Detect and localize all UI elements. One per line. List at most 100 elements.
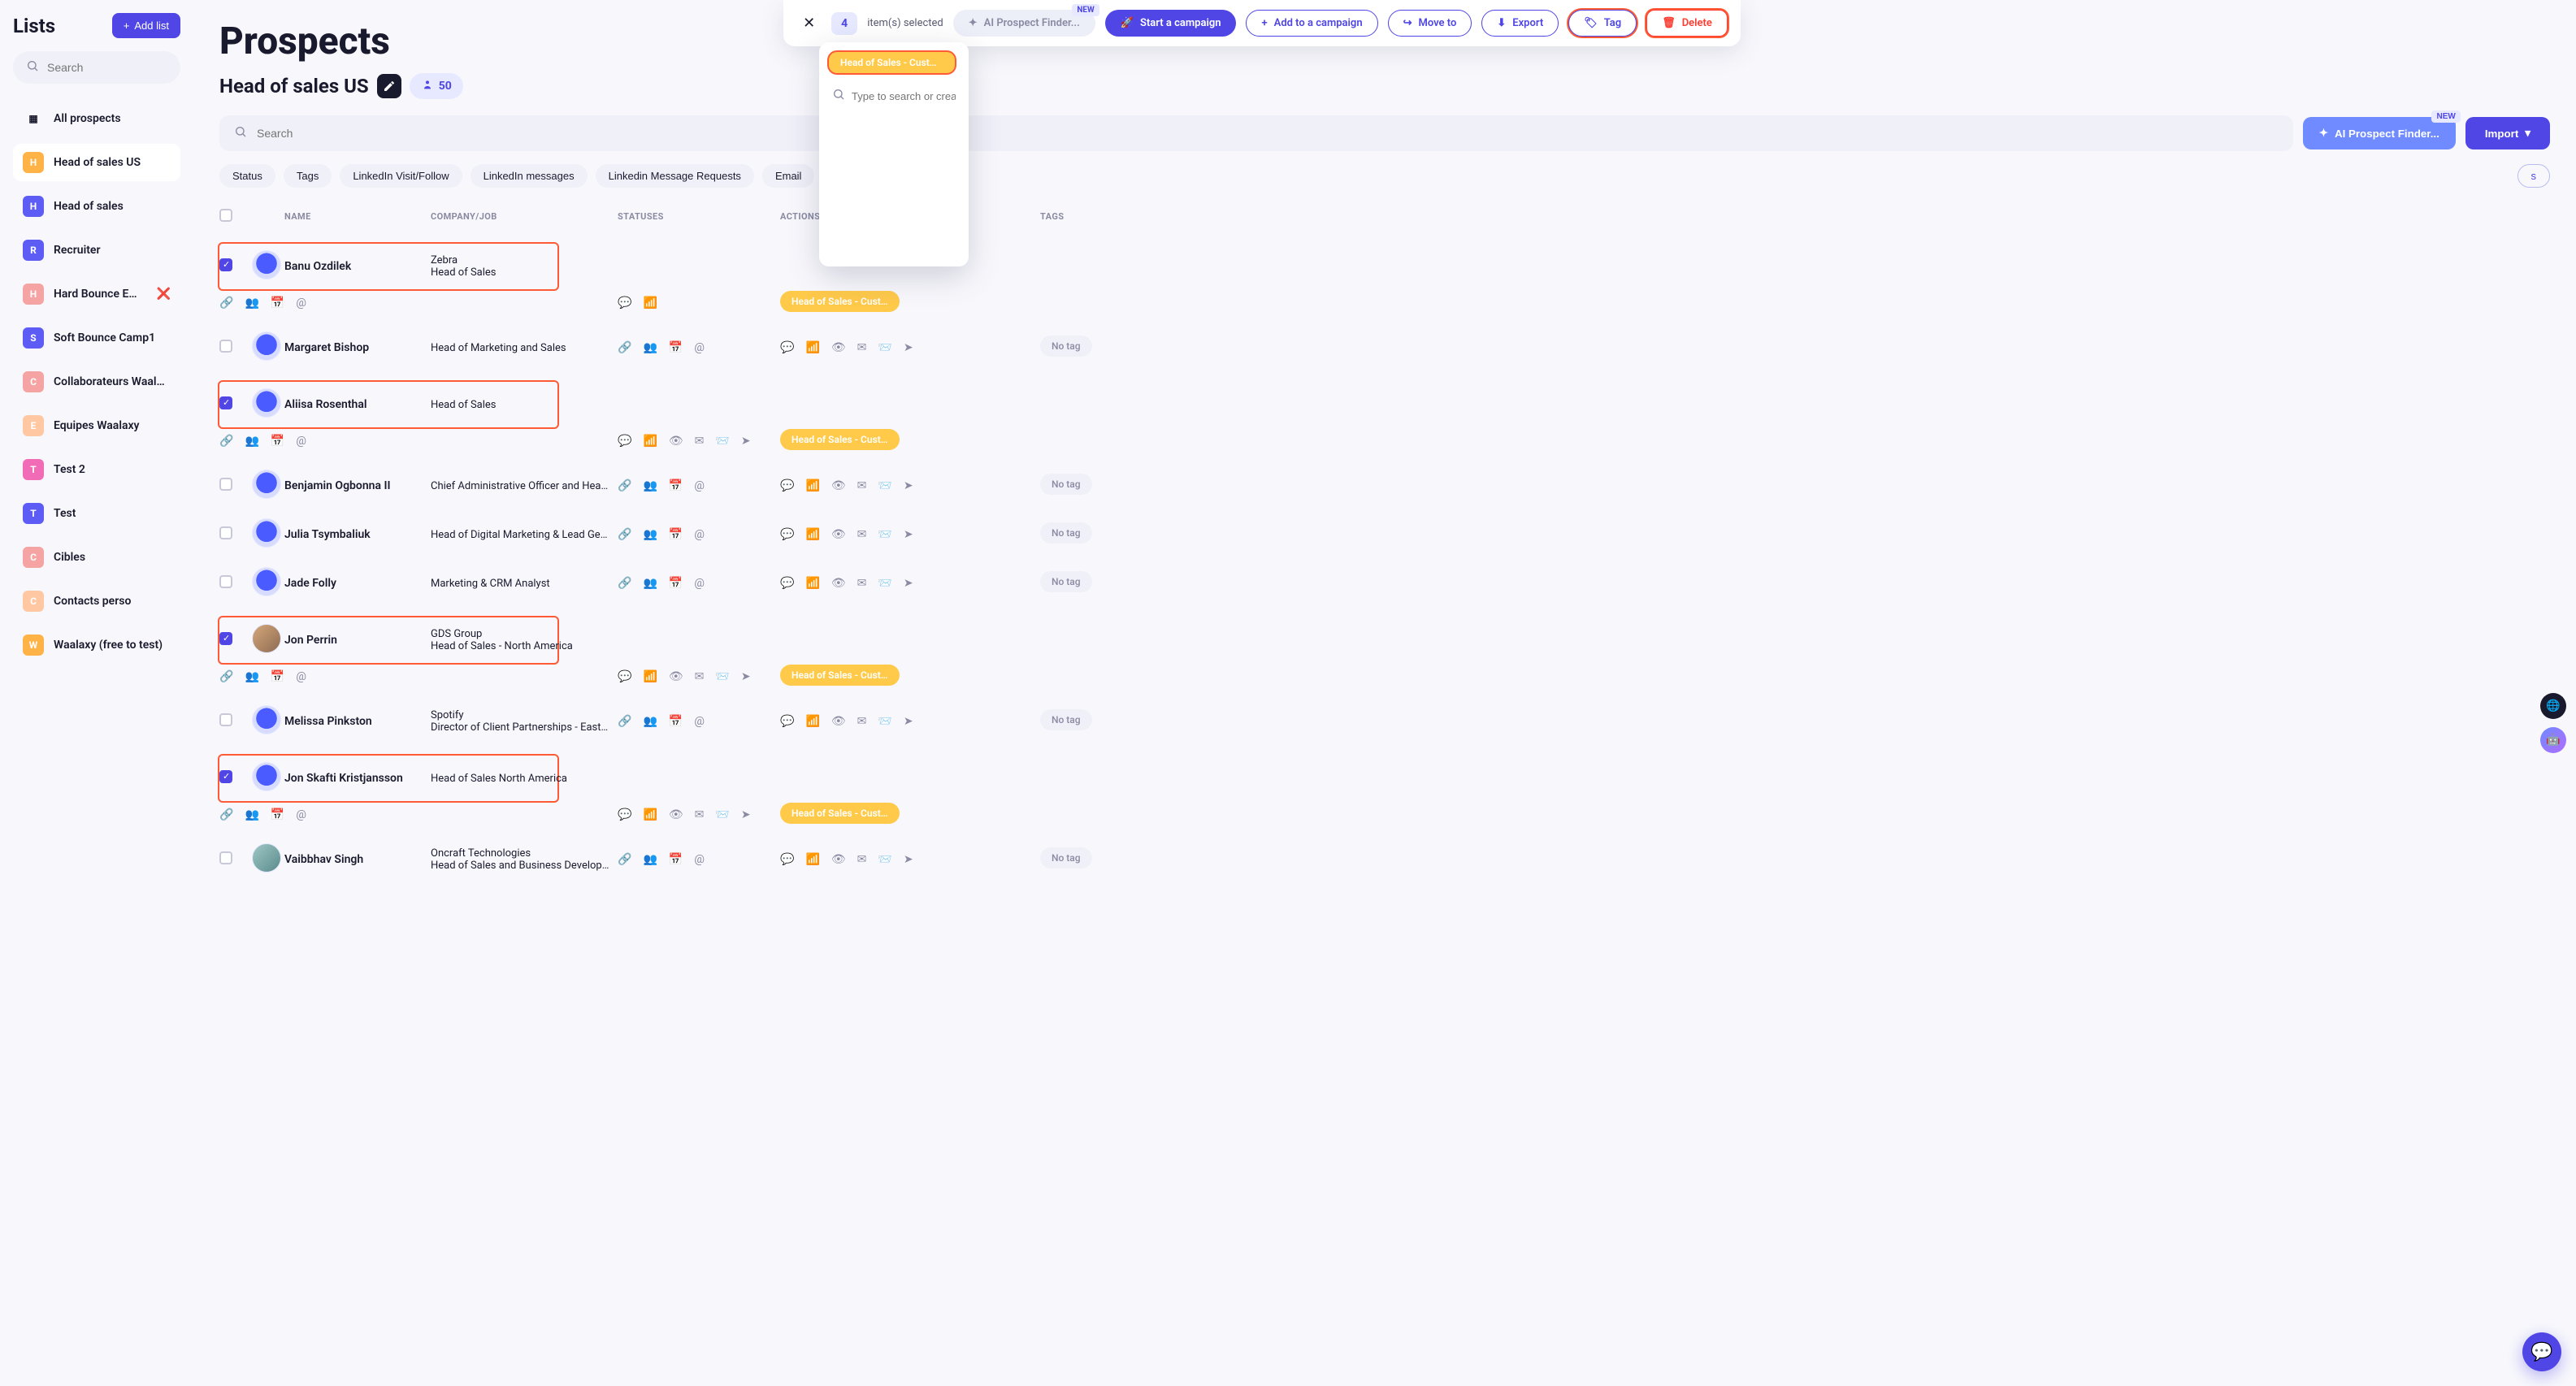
tag-pill[interactable]: Head of Sales - Cust… bbox=[780, 803, 900, 824]
calendar-icon[interactable]: 📅 bbox=[669, 341, 683, 354]
sidebar-item-3[interactable]: RRecruiter bbox=[13, 232, 180, 269]
message-icon[interactable]: 💬 bbox=[618, 808, 631, 821]
eye-icon[interactable]: 👁 bbox=[831, 479, 846, 492]
mail-icon[interactable]: ✉ bbox=[857, 528, 867, 541]
export-button[interactable]: ⬇ Export bbox=[1481, 10, 1559, 37]
rss-icon[interactable]: 📶 bbox=[643, 808, 657, 821]
row-checkbox[interactable] bbox=[219, 851, 232, 864]
selbar-ai-finder-button[interactable]: ✦ AI Prospect Finder... NEW bbox=[953, 10, 1095, 37]
people-icon[interactable]: 👥 bbox=[245, 670, 258, 683]
row-checkbox[interactable] bbox=[219, 258, 232, 271]
inbox-icon[interactable]: 📨 bbox=[878, 715, 891, 728]
people-icon[interactable]: 👥 bbox=[245, 435, 258, 448]
calendar-icon[interactable]: 📅 bbox=[669, 853, 683, 866]
mail-icon[interactable]: ✉ bbox=[857, 715, 867, 728]
inbox-icon[interactable]: 📨 bbox=[878, 479, 891, 492]
ai-prospect-finder-button[interactable]: ✦ AI Prospect Finder... NEW bbox=[2303, 117, 2456, 149]
row-checkbox[interactable] bbox=[219, 526, 232, 539]
link-icon[interactable]: 🔗 bbox=[618, 528, 631, 541]
at-icon[interactable]: @ bbox=[694, 853, 705, 866]
delete-button[interactable]: 🗑 Delete bbox=[1646, 10, 1728, 37]
message-icon[interactable]: 💬 bbox=[780, 577, 794, 590]
sidebar-search[interactable] bbox=[13, 51, 180, 84]
eye-icon[interactable]: 👁 bbox=[831, 715, 846, 728]
filter-chip-1[interactable]: Tags bbox=[284, 164, 332, 188]
people-icon[interactable]: 👥 bbox=[643, 479, 657, 492]
tag-button[interactable]: 🏷 Tag bbox=[1568, 10, 1637, 37]
link-icon[interactable]: 🔗 bbox=[219, 435, 233, 448]
inbox-icon[interactable]: 📨 bbox=[878, 528, 891, 541]
eye-icon[interactable]: 👁 bbox=[669, 435, 683, 448]
tag-pill[interactable]: No tag bbox=[1040, 474, 1092, 495]
prospect-count-pill[interactable]: 50 bbox=[410, 73, 463, 99]
assistant-fab[interactable]: 🤖 bbox=[2540, 727, 2566, 753]
inbox-icon[interactable]: 📨 bbox=[715, 670, 729, 683]
mail-icon[interactable]: ✉ bbox=[857, 577, 867, 590]
message-icon[interactable]: 💬 bbox=[780, 341, 794, 354]
send-icon[interactable]: ➤ bbox=[741, 435, 751, 448]
sidebar-item-0[interactable]: ▦All prospects bbox=[13, 100, 180, 137]
rss-icon[interactable]: 📶 bbox=[805, 715, 819, 728]
link-icon[interactable]: 🔗 bbox=[618, 853, 631, 866]
at-icon[interactable]: @ bbox=[694, 479, 705, 492]
rss-icon[interactable]: 📶 bbox=[805, 479, 819, 492]
sidebar-item-6[interactable]: CCollaborateurs Waalaxy bbox=[13, 363, 180, 401]
tag-pill[interactable]: No tag bbox=[1040, 571, 1092, 592]
link-icon[interactable]: 🔗 bbox=[219, 808, 233, 821]
filter-chip-4[interactable]: Linkedin Message Requests bbox=[596, 164, 754, 188]
row-checkbox[interactable] bbox=[219, 770, 232, 783]
mail-icon[interactable]: ✉ bbox=[857, 853, 867, 866]
tag-pill[interactable]: No tag bbox=[1040, 336, 1092, 357]
at-icon[interactable]: @ bbox=[296, 808, 306, 821]
inbox-icon[interactable]: 📨 bbox=[715, 808, 729, 821]
tag-pill[interactable]: Head of Sales - Cust… bbox=[780, 665, 900, 686]
message-icon[interactable]: 💬 bbox=[780, 853, 794, 866]
inbox-icon[interactable]: 📨 bbox=[878, 577, 891, 590]
filter-chip-2[interactable]: LinkedIn Visit/Follow bbox=[340, 164, 462, 188]
message-icon[interactable]: 💬 bbox=[618, 297, 631, 310]
sidebar-item-4[interactable]: HHard Bounce Emails❌ bbox=[13, 275, 180, 313]
at-icon[interactable]: @ bbox=[296, 297, 306, 310]
row-checkbox[interactable] bbox=[219, 575, 232, 588]
people-icon[interactable]: 👥 bbox=[643, 715, 657, 728]
row-checkbox[interactable] bbox=[219, 396, 232, 409]
link-icon[interactable]: 🔗 bbox=[219, 297, 233, 310]
import-button[interactable]: Import ▾ bbox=[2465, 117, 2550, 149]
table-row[interactable]: Banu OzdilekZebraHead of Sales🔗👥📅@💬📶Head… bbox=[219, 234, 2550, 323]
mail-icon[interactable]: ✉ bbox=[695, 435, 705, 448]
send-icon[interactable]: ➤ bbox=[904, 853, 913, 866]
table-row[interactable]: Jon PerrinGDS GroupHead of Sales - North… bbox=[219, 608, 2550, 697]
message-icon[interactable]: 💬 bbox=[780, 479, 794, 492]
tag-option[interactable]: Head of Sales - Cust… bbox=[829, 52, 955, 73]
at-icon[interactable]: @ bbox=[296, 435, 306, 448]
send-icon[interactable]: ➤ bbox=[904, 528, 913, 541]
people-icon[interactable]: 👥 bbox=[643, 528, 657, 541]
calendar-icon[interactable]: 📅 bbox=[271, 435, 284, 448]
link-icon[interactable]: 🔗 bbox=[219, 670, 233, 683]
translate-fab[interactable]: 🌐 bbox=[2540, 693, 2566, 719]
eye-icon[interactable]: 👁 bbox=[669, 808, 683, 821]
sidebar-item-8[interactable]: TTest 2 bbox=[13, 451, 180, 488]
main-search[interactable] bbox=[219, 115, 2293, 151]
table-row[interactable]: Aliisa RosenthalHead of Sales🔗👥📅@💬📶👁✉📨➤H… bbox=[219, 372, 2550, 461]
send-icon[interactable]: ➤ bbox=[741, 808, 751, 821]
table-row[interactable]: Melissa PinkstonSpotifyDirector of Clien… bbox=[219, 697, 2550, 746]
people-icon[interactable]: 👥 bbox=[643, 341, 657, 354]
main-search-input[interactable] bbox=[257, 127, 2279, 140]
send-icon[interactable]: ➤ bbox=[904, 479, 913, 492]
tag-pill[interactable]: No tag bbox=[1040, 847, 1092, 868]
at-icon[interactable]: @ bbox=[694, 577, 705, 590]
table-row[interactable]: Benjamin Ogbonna IIChief Administrative … bbox=[219, 461, 2550, 510]
add-list-button[interactable]: + Add list bbox=[112, 13, 180, 38]
link-icon[interactable]: 🔗 bbox=[618, 341, 631, 354]
row-checkbox[interactable] bbox=[219, 478, 232, 491]
eye-icon[interactable]: 👁 bbox=[831, 341, 846, 354]
table-row[interactable]: Jon Skafti KristjanssonHead of Sales Nor… bbox=[219, 746, 2550, 835]
calendar-icon[interactable]: 📅 bbox=[271, 670, 284, 683]
sidebar-item-10[interactable]: CCibles bbox=[13, 539, 180, 576]
mail-icon[interactable]: ✉ bbox=[857, 479, 867, 492]
mail-icon[interactable]: ✉ bbox=[857, 341, 867, 354]
row-checkbox[interactable] bbox=[219, 340, 232, 353]
move-to-button[interactable]: ↪ Move to bbox=[1388, 10, 1472, 37]
calendar-icon[interactable]: 📅 bbox=[669, 479, 683, 492]
